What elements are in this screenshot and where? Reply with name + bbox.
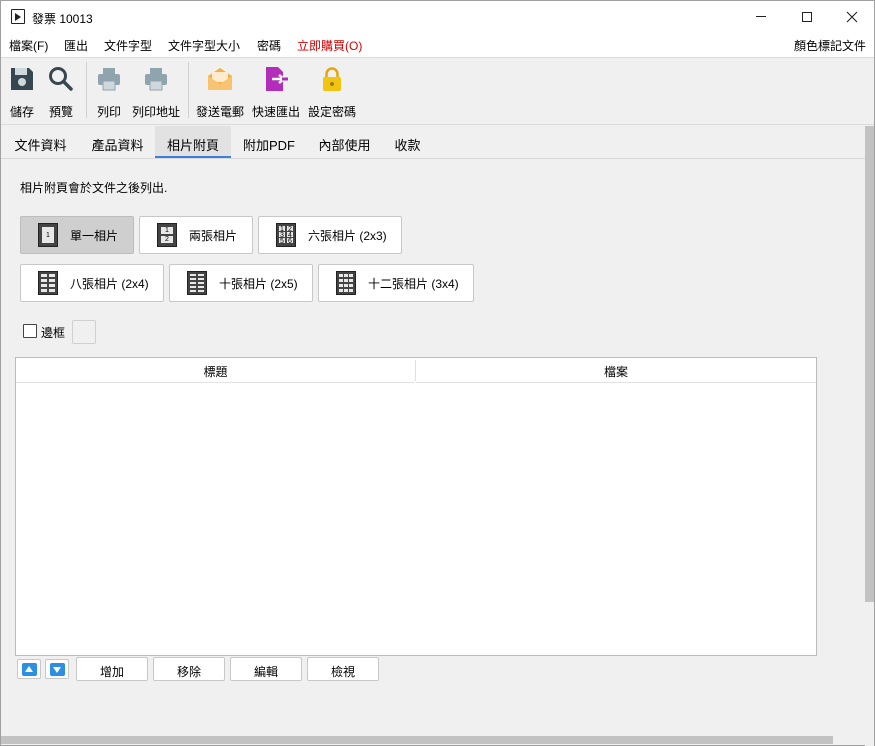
layout-six-photos-button[interactable]: 1 2 3 4 5 6 六張相片 (2x3) bbox=[258, 216, 402, 254]
border-checkbox[interactable] bbox=[23, 324, 37, 338]
remove-button[interactable]: 移除 bbox=[153, 657, 225, 681]
tab-attach-pdf[interactable]: 附加PDF bbox=[231, 126, 307, 158]
tab-bar: 文件資料 產品資料 相片附頁 附加PDF 內部使用 收款 bbox=[1, 126, 865, 159]
print-address-button[interactable]: 列印地址 bbox=[130, 62, 182, 122]
six-photos-layout-icon: 1 2 3 4 5 6 bbox=[276, 223, 296, 247]
preview-button[interactable]: 預覽 bbox=[43, 62, 79, 122]
minimize-button[interactable] bbox=[738, 1, 784, 32]
send-email-button[interactable]: 發送電郵 bbox=[193, 62, 247, 122]
minimize-icon bbox=[756, 16, 766, 17]
tab-product-info[interactable]: 產品資料 bbox=[80, 126, 155, 158]
layout-two-photos-button[interactable]: 1 2 兩張相片 bbox=[139, 216, 253, 254]
envelope-icon bbox=[208, 68, 232, 90]
border-color-picker[interactable] bbox=[72, 320, 96, 344]
menu-color-tag-document[interactable]: 顏色標記文件 bbox=[794, 37, 866, 54]
single-photo-layout-icon: 1 bbox=[38, 223, 58, 247]
arrow-up-icon bbox=[22, 663, 37, 676]
view-button[interactable]: 檢視 bbox=[307, 657, 379, 681]
printer-icon bbox=[145, 68, 167, 91]
toolbar: 儲存 預覽 列印 列印地址 發送電郵 快速匯出 設定密碼 bbox=[1, 57, 874, 125]
layout-single-photo-button[interactable]: 1 單一相片 bbox=[20, 216, 134, 254]
export-file-icon bbox=[266, 67, 288, 91]
column-header-title[interactable]: 標題 bbox=[16, 358, 415, 383]
photo-attachment-panel: 相片附頁會於文件之後列出. 1 單一相片 1 2 兩張相片 1 2 3 4 5 … bbox=[1, 159, 865, 735]
ten-photos-layout-icon bbox=[187, 271, 207, 295]
window-title: 發票 10013 bbox=[32, 12, 93, 26]
menu-bar: 檔案(F) 匯出 文件字型 文件字型大小 密碼 立即購買(O) 顏色標記文件 bbox=[1, 32, 874, 57]
edit-button[interactable]: 編輯 bbox=[230, 657, 302, 681]
photo-table[interactable]: 標題 檔案 bbox=[15, 357, 817, 656]
close-icon bbox=[846, 11, 858, 22]
save-button[interactable]: 儲存 bbox=[4, 62, 40, 122]
arrow-down-icon bbox=[50, 663, 65, 676]
horizontal-scrollbar[interactable] bbox=[1, 735, 865, 745]
layout-eight-photos-button[interactable]: 八張相片 (2x4) bbox=[20, 264, 164, 302]
tab-payment[interactable]: 收款 bbox=[382, 126, 433, 158]
quick-export-button[interactable]: 快速匯出 bbox=[250, 62, 302, 122]
twelve-photos-layout-icon bbox=[336, 271, 356, 295]
move-up-button[interactable] bbox=[17, 659, 41, 679]
tab-photo-attachment[interactable]: 相片附頁 bbox=[155, 126, 231, 158]
menu-file[interactable]: 檔案(F) bbox=[9, 37, 48, 54]
toolbar-separator bbox=[188, 62, 189, 118]
menu-password[interactable]: 密碼 bbox=[257, 37, 281, 54]
search-icon bbox=[49, 67, 73, 91]
tab-internal-use[interactable]: 內部使用 bbox=[307, 126, 382, 158]
close-button[interactable] bbox=[829, 1, 875, 32]
layout-ten-photos-button[interactable]: 十張相片 (2x5) bbox=[169, 264, 313, 302]
vertical-scrollbar[interactable] bbox=[865, 126, 874, 746]
title-bar: 發票 10013 bbox=[1, 1, 874, 32]
maximize-button[interactable] bbox=[784, 1, 830, 32]
menu-export[interactable]: 匯出 bbox=[64, 37, 88, 54]
horizontal-scroll-thumb[interactable] bbox=[1, 736, 833, 744]
add-button[interactable]: 增加 bbox=[76, 657, 148, 681]
app-window: 發票 10013 檔案(F) 匯出 文件字型 文件字型大小 密碼 立即購買(O)… bbox=[0, 0, 875, 746]
document-export-icon bbox=[11, 9, 25, 24]
eight-photos-layout-icon bbox=[38, 271, 58, 295]
menu-document-font[interactable]: 文件字型 bbox=[104, 37, 152, 54]
maximize-icon bbox=[802, 11, 812, 22]
tab-document-info[interactable]: 文件資料 bbox=[1, 126, 80, 158]
printer-icon bbox=[98, 68, 120, 91]
border-label: 邊框 bbox=[41, 326, 66, 340]
save-icon bbox=[11, 68, 33, 90]
vertical-scroll-thumb[interactable] bbox=[865, 126, 874, 602]
menu-document-font-size[interactable]: 文件字型大小 bbox=[168, 37, 240, 54]
two-photos-layout-icon: 1 2 bbox=[157, 223, 177, 247]
lock-icon bbox=[323, 67, 341, 91]
move-down-button[interactable] bbox=[45, 659, 69, 679]
set-password-button[interactable]: 設定密碼 bbox=[306, 62, 358, 122]
layout-twelve-photos-button[interactable]: 十二張相片 (3x4) bbox=[318, 264, 474, 302]
print-button[interactable]: 列印 bbox=[91, 62, 127, 122]
menu-buy-now[interactable]: 立即購買(O) bbox=[297, 37, 362, 54]
toolbar-separator bbox=[86, 62, 87, 118]
info-text: 相片附頁會於文件之後列出. bbox=[20, 181, 168, 195]
column-header-file[interactable]: 檔案 bbox=[416, 358, 816, 383]
